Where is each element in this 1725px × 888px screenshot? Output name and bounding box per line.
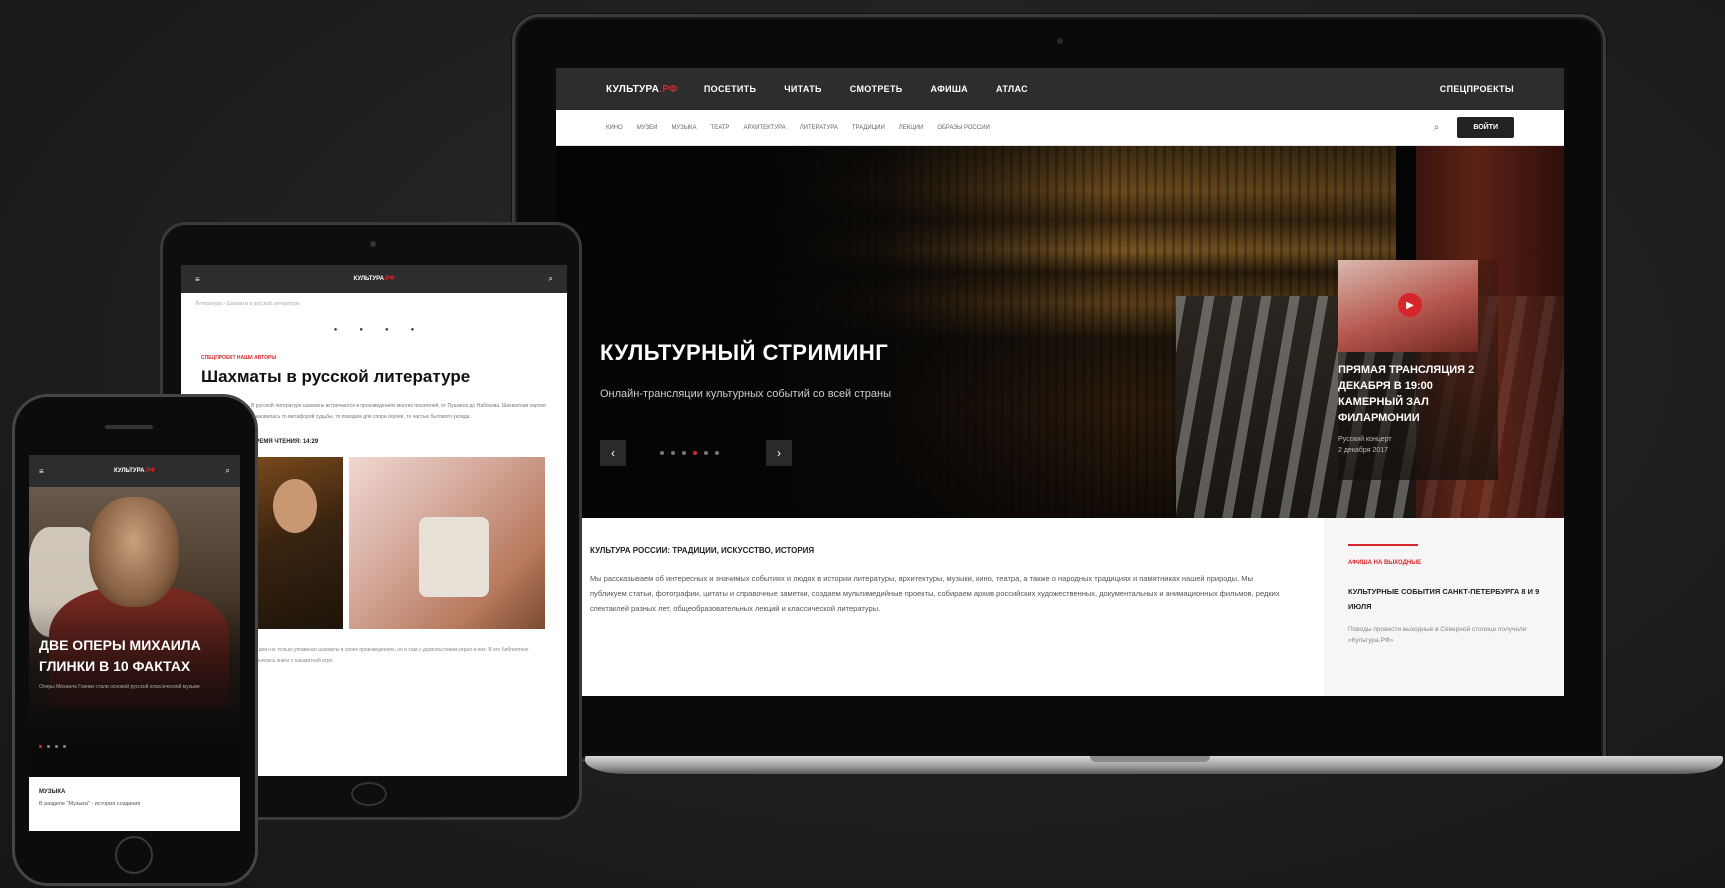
pagination-dot[interactable] — [47, 745, 50, 748]
pagination-dot[interactable] — [63, 745, 66, 748]
stream-title: ПРЯМАЯ ТРАНСЛЯЦИЯ 2 ДЕКАБРЯ В 19:00 КАМЕ… — [1338, 364, 1475, 424]
stream-thumbnail[interactable]: ▶ — [1338, 260, 1478, 352]
article-title: Шахматы в русской литературе — [201, 367, 471, 386]
accent-divider — [1348, 544, 1418, 546]
nav-item-atlas[interactable]: АТЛАС — [996, 84, 1028, 94]
search-icon[interactable]: ⌕ — [226, 466, 230, 476]
phone-navbar: ≡ КУЛЬТУРА.РФ ⌕ — [29, 455, 240, 487]
site-logo[interactable]: КУЛЬТУРА.РФ — [114, 468, 155, 474]
special-projects-link[interactable]: СПЕЦПРОЕКТЫ — [1440, 84, 1514, 94]
nav-item-visit[interactable]: ПОСЕТИТЬ — [704, 84, 756, 94]
nav-item-afisha[interactable]: АФИША — [931, 84, 968, 94]
pagination-dot[interactable] — [693, 451, 697, 455]
phone-screen: ≡ КУЛЬТУРА.РФ ⌕ ДВЕ ОПЕРЫ МИХАИЛА ГЛИНКИ… — [29, 455, 240, 831]
hero-pagination-dots — [660, 451, 719, 455]
pagination-dot[interactable] — [55, 745, 58, 748]
weekend-afisha-block[interactable]: АФИША НА ВЫХОДНЫЕ КУЛЬТУРНЫЕ СОБЫТИЯ САН… — [1324, 518, 1564, 696]
about-block: КУЛЬТУРА РОССИИ: ТРАДИЦИИ, ИСКУССТВО, ИС… — [556, 518, 1324, 696]
pagination-dot[interactable] — [671, 451, 675, 455]
content-section: КУЛЬТУРА РОССИИ: ТРАДИЦИИ, ИСКУССТВО, ИС… — [556, 518, 1564, 696]
share-facebook-icon[interactable]: ● — [359, 327, 363, 333]
menu-icon[interactable]: ≡ — [195, 275, 200, 284]
subnav-item-images-of-russia[interactable]: ОБРАЗЫ РОССИИ — [937, 125, 990, 131]
live-stream-card[interactable]: ▶ ПРЯМАЯ ТРАНСЛЯЦИЯ 2 ДЕКАБРЯ В 19:00 КА… — [1338, 260, 1498, 480]
hero-next-button[interactable]: › — [766, 440, 792, 466]
hero-subtitle: Онлайн-трансляции культурных событий со … — [600, 388, 892, 400]
tablet-navbar: ≡ КУЛЬТУРА.РФ ⌕ — [181, 265, 567, 293]
site-logo[interactable]: КУЛЬТУРА.РФ — [606, 84, 678, 95]
subnav-item-lectures[interactable]: ЛЕКЦИИ — [899, 125, 924, 131]
phone-section-text[interactable]: В разделе "Музыка" - история создания — [29, 801, 240, 807]
tablet-camera — [370, 241, 376, 247]
sub-navigation: КИНО МУЗЕИ МУЗЫКА ТЕАТР АРХИТЕКТУРА ЛИТЕ… — [556, 110, 1564, 146]
phone-hero-title: ДВЕ ОПЕРЫ МИХАИЛА ГЛИНКИ В 10 ФАКТАХ — [39, 637, 201, 674]
subnav-item-literature[interactable]: ЛИТЕРАТУРА — [800, 125, 838, 131]
hero-image-portrait — [89, 497, 179, 607]
aside-title[interactable]: КУЛЬТУРНЫЕ СОБЫТИЯ САНКТ-ПЕТЕРБУРГА 8 И … — [1348, 584, 1540, 614]
laptop-screen: КУЛЬТУРА.РФ ПОСЕТИТЬ ЧИТАТЬ СМОТРЕТЬ АФИ… — [556, 68, 1564, 696]
pagination-dot[interactable] — [704, 451, 708, 455]
subnav-item-music[interactable]: МУЗЫКА — [671, 125, 696, 131]
chevron-left-icon: ‹ — [611, 446, 615, 460]
subnav-item-architecture[interactable]: АРХИТЕКТУРА — [743, 125, 785, 131]
aside-text: Поводы провести выходные в Северной стол… — [1348, 626, 1527, 644]
hero-prev-button[interactable]: ‹ — [600, 440, 626, 466]
subnav-item-theatre[interactable]: ТЕАТР — [711, 125, 730, 131]
hero-banner: КУЛЬТУРНЫЙ СТРИМИНГ Онлайн-трансляции ку… — [556, 146, 1564, 518]
pagination-dot[interactable] — [39, 745, 42, 748]
breadcrumb[interactable]: Литература › Шахматы в русской литератур… — [181, 293, 567, 315]
about-title: КУЛЬТУРА РОССИИ: ТРАДИЦИИ, ИСКУССТВО, ИС… — [590, 546, 815, 555]
hero-title: КУЛЬТУРНЫЙ СТРИМИНГ — [600, 340, 889, 365]
share-ok-icon[interactable]: ● — [411, 327, 415, 333]
nav-item-watch[interactable]: СМОТРЕТЬ — [850, 84, 903, 94]
share-icons: ● ● ● ● — [181, 327, 567, 333]
laptop-notch — [1090, 756, 1210, 762]
aside-kicker: АФИША НА ВЫХОДНЫЕ — [1348, 560, 1422, 566]
pagination-dot[interactable] — [682, 451, 686, 455]
login-button[interactable]: ВОЙТИ — [1457, 117, 1514, 138]
search-icon[interactable]: ⌕ — [1434, 122, 1440, 133]
article-kicker: СПЕЦПРОЕКТ НАШИ АВТОРЫ — [201, 355, 277, 361]
phone-speaker — [105, 425, 153, 429]
phone-home-button — [115, 836, 153, 874]
pushkin-portrait-image — [251, 457, 343, 629]
phone-hero-subtitle: Оперы Михаила Глинки стали основой русск… — [39, 684, 200, 690]
subnav-item-traditions[interactable]: ТРАДИЦИИ — [852, 125, 885, 131]
chevron-right-icon: › — [777, 446, 781, 460]
share-twitter-icon[interactable]: ● — [385, 327, 389, 333]
play-icon[interactable]: ▶ — [1398, 293, 1422, 317]
search-icon[interactable]: ⌕ — [549, 274, 553, 284]
about-text: Мы рассказываем об интересных и значимых… — [590, 574, 1280, 613]
site-logo[interactable]: КУЛЬТУРА.РФ — [354, 276, 395, 282]
top-navigation: КУЛЬТУРА.РФ ПОСЕТИТЬ ЧИТАТЬ СМОТРЕТЬ АФИ… — [556, 68, 1564, 110]
phone-pagination-dots — [39, 745, 66, 748]
pagination-dot[interactable] — [660, 451, 664, 455]
tablet-home-button — [351, 782, 387, 806]
subnav-item-cinema[interactable]: КИНО — [606, 125, 623, 131]
phone-section-kicker: МУЗЫКА — [39, 789, 66, 795]
stream-meta: Русский концерт 2 декабря 2017 — [1338, 436, 1392, 454]
share-vk-icon[interactable]: ● — [334, 327, 338, 333]
phone-hero[interactable]: ДВЕ ОПЕРЫ МИХАИЛА ГЛИНКИ В 10 ФАКТАХ Опе… — [29, 487, 240, 777]
nav-item-read[interactable]: ЧИТАТЬ — [784, 84, 822, 94]
subnav-item-museums[interactable]: МУЗЕИ — [637, 125, 658, 131]
menu-icon[interactable]: ≡ — [39, 467, 44, 476]
hero-image-pillow — [29, 527, 99, 637]
chess-painting-image — [349, 457, 545, 629]
laptop-camera — [1057, 38, 1063, 44]
pagination-dot[interactable] — [715, 451, 719, 455]
